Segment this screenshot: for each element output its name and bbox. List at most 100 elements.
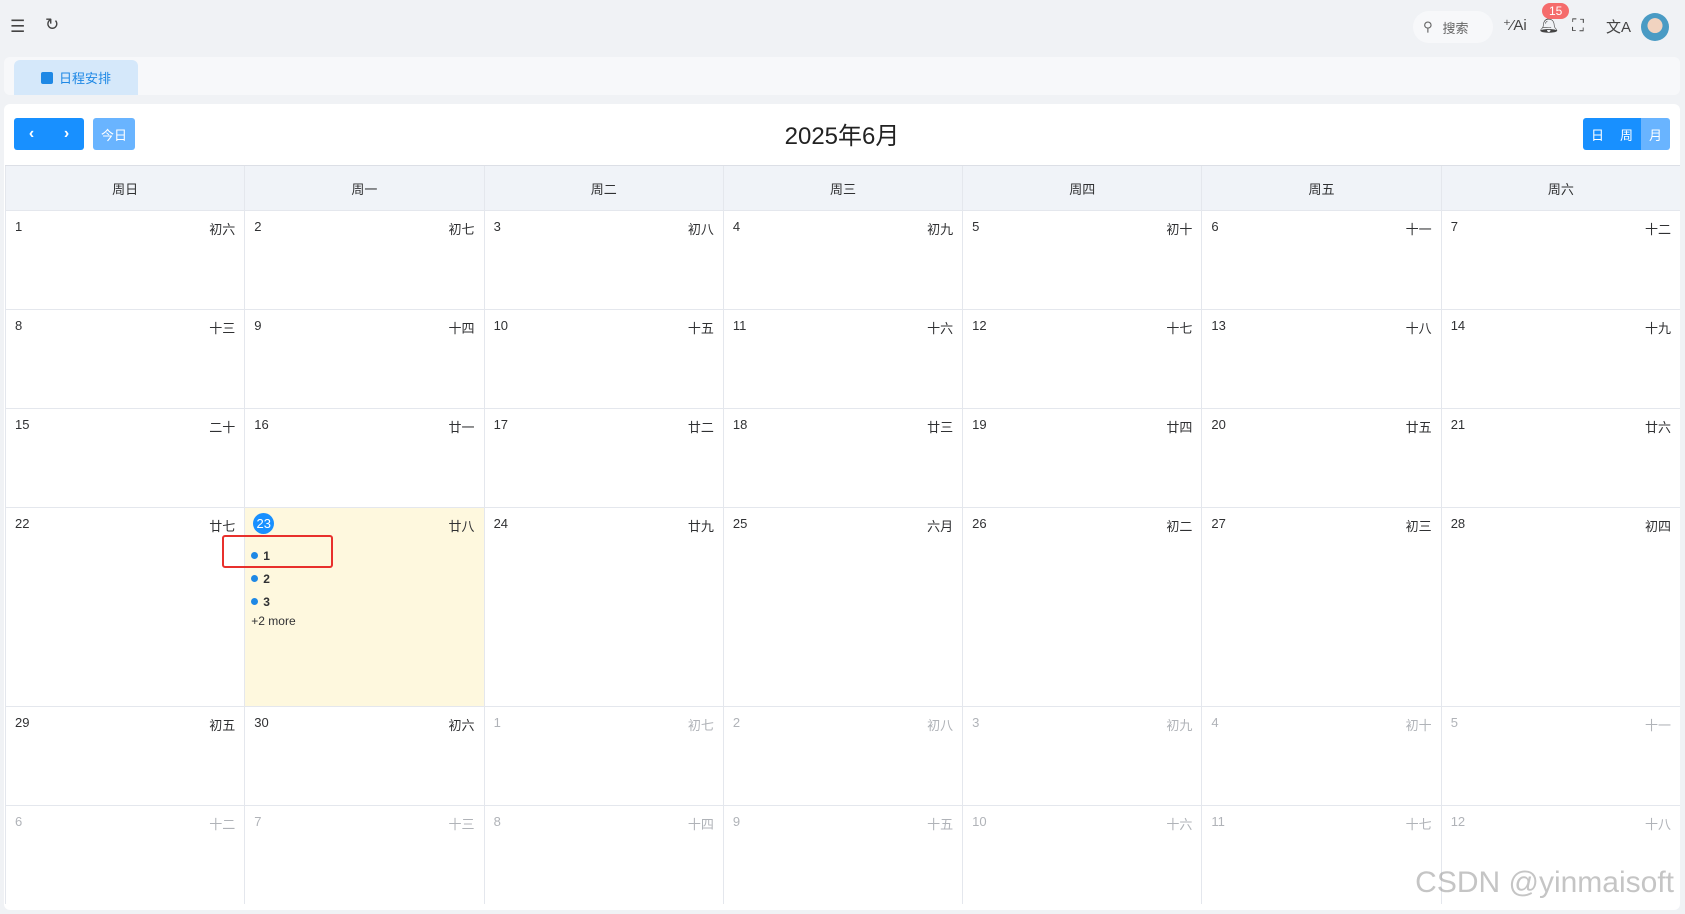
day-cell[interactable]: 1 初七 (483, 707, 723, 805)
day-cell[interactable]: 4 初十 (1201, 707, 1440, 805)
day-number: 17 (493, 417, 509, 432)
lunar-date: 初二 (1166, 519, 1193, 534)
view-day-button[interactable]: 日 (1583, 118, 1612, 150)
weekday-1: 周一 (244, 166, 483, 210)
day-number: 9 (732, 814, 741, 829)
refresh-icon[interactable]: ↻ (45, 15, 59, 35)
day-cell[interactable]: 16 廿一 (244, 409, 483, 507)
day-cell[interactable]: 13 十八 (1201, 310, 1440, 408)
notification-badge: 15 (1542, 3, 1570, 19)
day-number: 12 (1450, 814, 1466, 829)
lunar-date: 十二 (1644, 222, 1671, 237)
weekday-6: 周六 (1440, 166, 1680, 210)
day-cell[interactable]: 5 初十 (962, 211, 1201, 309)
day-cell[interactable]: 20 廿五 (1201, 409, 1440, 507)
day-number: 4 (1211, 715, 1219, 730)
day-number: 27 (1211, 516, 1226, 531)
event-item[interactable]: 2 (251, 567, 295, 590)
calendar-title: 2025年6月 (784, 123, 900, 150)
day-cell[interactable]: 21 廿六 (1440, 409, 1680, 507)
view-week-button[interactable]: 周 (1612, 118, 1641, 150)
day-cell[interactable]: 26 初二 (962, 508, 1201, 706)
day-number: 7 (254, 814, 262, 829)
day-number: 5 (972, 219, 980, 234)
next-button[interactable]: › (49, 118, 84, 150)
day-cell[interactable]: 9 十四 (244, 310, 483, 408)
day-cell[interactable]: 9 十五 (722, 806, 962, 904)
day-cell[interactable]: 15 二十 (5, 409, 244, 507)
day-cell[interactable]: 30 初六 (244, 707, 483, 805)
day-cell[interactable]: 12 十七 (962, 310, 1201, 408)
lunar-date: 初八 (687, 222, 714, 237)
day-cell[interactable]: 5 十一 (1440, 707, 1680, 805)
day-cell[interactable]: 27 初三 (1201, 508, 1440, 706)
day-cell[interactable]: 7 十二 (1440, 211, 1680, 309)
day-cell[interactable]: 2 初八 (722, 707, 962, 805)
event-item[interactable]: 3 (251, 590, 295, 613)
nav-group: ‹ › (14, 118, 84, 150)
day-cell[interactable]: 10 十五 (483, 310, 723, 408)
lunar-date: 初六 (209, 222, 236, 237)
tab-schedule[interactable]: 日程安排 (14, 60, 138, 95)
event-title: 2 (263, 571, 270, 586)
translate-icon[interactable]: 文A (1606, 16, 1631, 37)
search-button[interactable]: ⚲ 搜索 (1413, 11, 1493, 43)
day-number: 30 (254, 715, 269, 730)
day-cell[interactable]: 6 十一 (1201, 211, 1440, 309)
day-cell[interactable]: 11 十七 (1201, 806, 1440, 904)
day-cell[interactable]: 6 十二 (5, 806, 244, 904)
fullscreen-icon[interactable]: ⛶ (1572, 16, 1584, 36)
lunar-date: 廿八 (448, 519, 475, 534)
week-row: 29 初五 30 初六 1 初七 2 初八 3 初九 4 初十 5 十一 (5, 706, 1680, 805)
lunar-date: 初三 (1405, 519, 1432, 534)
lunar-date: 十一 (1405, 222, 1432, 237)
day-cell[interactable]: 11 十六 (722, 310, 962, 408)
watermark: CSDN @yinmaisoft (1415, 866, 1674, 899)
menu-icon[interactable]: ☰ (10, 17, 25, 37)
lunar-date: 十二 (209, 817, 236, 832)
lunar-date: 六月 (927, 519, 954, 534)
search-icon: ⚲ (1423, 19, 1433, 34)
event-dot-icon (251, 598, 259, 605)
lunar-date: 十六 (927, 321, 954, 336)
day-cell[interactable]: 8 十四 (483, 806, 723, 904)
day-cell[interactable]: 17 廿二 (483, 409, 723, 507)
lunar-date: 初九 (927, 222, 954, 237)
day-cell[interactable]: 2 初七 (244, 211, 483, 309)
day-cell[interactable]: 14 十九 (1440, 310, 1680, 408)
lunar-date: 廿二 (687, 420, 714, 435)
lunar-date: 十七 (1405, 817, 1432, 832)
week-row: 8 十三 9 十四 10 十五 11 十六 12 十七 13 十八 14 十九 (5, 309, 1680, 408)
day-cell[interactable]: 3 初九 (962, 707, 1201, 805)
lunar-date: 初九 (1166, 718, 1193, 733)
day-number: 22 (15, 516, 30, 531)
day-cell[interactable]: 29 初五 (5, 707, 244, 805)
day-number: 8 (493, 814, 501, 829)
day-number: 7 (1450, 219, 1458, 234)
day-cell[interactable]: 25 六月 (722, 508, 962, 706)
prev-button[interactable]: ‹ (14, 118, 49, 150)
day-cell[interactable]: 18 廿三 (722, 409, 962, 507)
day-cell[interactable]: 19 廿四 (962, 409, 1201, 507)
day-cell[interactable]: 22 廿七 (5, 508, 244, 706)
view-month-button[interactable]: 月 (1641, 118, 1670, 150)
lunar-date: 初七 (448, 222, 475, 237)
day-cell[interactable]: 24 廿九 (483, 508, 723, 706)
more-events-link[interactable]: +2 more (251, 614, 295, 628)
today-button[interactable]: 今日 (93, 118, 135, 150)
weekday-header: 周日 周一 周二 周三 周四 周五 周六 (5, 166, 1680, 210)
day-number: 26 (972, 516, 987, 531)
day-number: 19 (972, 417, 987, 432)
lunar-date: 廿一 (448, 420, 475, 435)
day-cell[interactable]: 4 初九 (722, 211, 962, 309)
ai-icon[interactable]: ⁺⁄Ai (1503, 16, 1527, 34)
day-cell[interactable]: 10 十六 (962, 806, 1201, 904)
day-cell[interactable]: 7 十三 (244, 806, 483, 904)
search-label: 搜索 (1442, 20, 1469, 36)
day-cell[interactable]: 3 初八 (483, 211, 723, 309)
day-cell[interactable]: 8 十三 (5, 310, 244, 408)
avatar[interactable] (1641, 13, 1669, 41)
day-number: 1 (493, 715, 501, 730)
day-cell[interactable]: 1 初六 (5, 211, 244, 309)
day-cell[interactable]: 28 初四 (1440, 508, 1680, 706)
